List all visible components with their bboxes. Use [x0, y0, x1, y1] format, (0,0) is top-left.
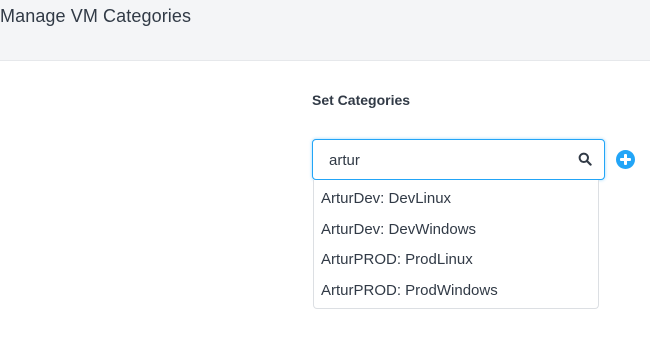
- category-search-box[interactable]: [312, 139, 605, 180]
- suggestion-item[interactable]: ArturDev: DevLinux: [314, 184, 598, 215]
- suggestion-item[interactable]: ArturPROD: ProdLinux: [314, 245, 598, 276]
- plus-circle-icon[interactable]: [616, 150, 635, 169]
- modal-header: Manage VM Categories: [0, 0, 650, 61]
- category-search-input[interactable]: [329, 149, 569, 171]
- category-suggestions-dropdown: ArturDev: DevLinux ArturDev: DevWindows …: [313, 180, 599, 309]
- suggestion-item[interactable]: ArturDev: DevWindows: [314, 215, 598, 246]
- suggestion-item[interactable]: ArturPROD: ProdWindows: [314, 276, 598, 307]
- search-icon[interactable]: [578, 152, 592, 166]
- set-categories-label: Set Categories: [312, 92, 411, 108]
- page-title: Manage VM Categories: [0, 6, 192, 26]
